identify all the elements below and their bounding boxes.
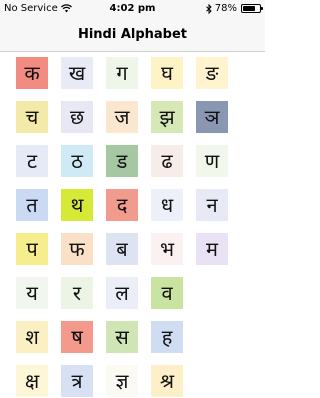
letter-tile[interactable]: ढ [151,145,183,177]
grid-spacer [196,321,228,353]
letter-tile[interactable]: थ [61,189,93,221]
battery-icon [241,4,263,13]
bluetooth-icon [205,3,212,14]
grid-spacer [196,277,228,309]
letter-tile[interactable]: ध [151,189,183,221]
letter-tile[interactable]: ग [106,57,138,89]
battery-percent: 78% [214,3,237,14]
letter-tile[interactable]: त [16,189,48,221]
letter-tile[interactable]: च [16,101,48,133]
letter-tile[interactable]: र [61,277,93,309]
letter-tile[interactable]: क्ष [16,365,48,397]
letter-tile[interactable]: ह [151,321,183,353]
letter-tile[interactable]: ण [196,145,228,177]
letter-tile[interactable]: म [196,233,228,265]
letter-tile[interactable]: श्र [151,365,183,397]
letter-tile[interactable]: ञ [196,101,228,133]
letter-tile[interactable]: स [106,321,138,353]
letter-tile[interactable]: त्र [61,365,93,397]
letter-tile[interactable]: ज [106,101,138,133]
letter-tile[interactable]: व [151,277,183,309]
letter-tile[interactable]: य [16,277,48,309]
letter-tile[interactable]: ड [106,145,138,177]
letter-tile[interactable]: ज्ञ [106,365,138,397]
status-bar: No Service 4:02 pm 78% [0,0,265,18]
letter-tile[interactable]: न [196,189,228,221]
battery-fill [243,6,256,11]
letter-tile[interactable]: ङ [196,57,228,89]
letter-tile[interactable]: छ [61,101,93,133]
letter-tile[interactable]: फ [61,233,93,265]
letter-tile[interactable]: द [106,189,138,221]
letter-tile[interactable]: प [16,233,48,265]
letter-tile[interactable]: ट [16,145,48,177]
letter-grid: क ख ग घ ङ च छ ज झ ञ ट ठ ड ढ ण त थ द ध न प फ ब भ म य र ल व श ष स ह क्ष त्र ज… [16,57,256,397]
letter-tile[interactable]: ब [106,233,138,265]
status-right: 78% [205,3,263,14]
page-title: Hindi Alphabet [77,27,188,42]
letter-tile[interactable]: ल [106,277,138,309]
letter-tile[interactable]: घ [151,57,183,89]
letter-tile[interactable]: ठ [61,145,93,177]
navigation-bar: Hindi Alphabet [0,18,265,52]
letter-tile[interactable]: श [16,321,48,353]
letter-tile[interactable]: ष [61,321,93,353]
letter-tile[interactable]: क [16,57,48,89]
letter-tile[interactable]: ख [61,57,93,89]
letter-tile[interactable]: झ [151,101,183,133]
letter-tile[interactable]: भ [151,233,183,265]
